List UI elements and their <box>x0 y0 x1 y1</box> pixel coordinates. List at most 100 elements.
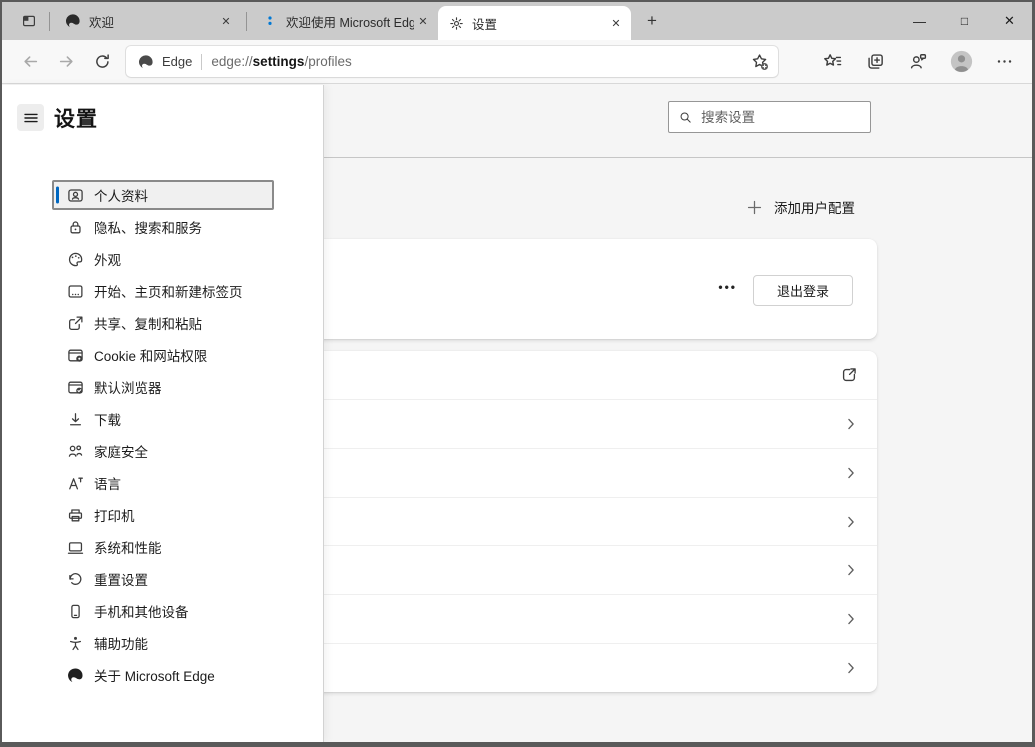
toolbar: Edge edge://settings/profiles <box>2 40 1032 84</box>
add-favorite-star-icon <box>751 53 769 71</box>
sidebar-item-start-home-newtab[interactable]: 开始、主页和新建标签页 <box>52 276 274 306</box>
add-profile-button[interactable]: 添加用户配置 <box>746 197 855 217</box>
sidebar-item-phone-devices[interactable]: 手机和其他设备 <box>52 596 274 626</box>
settings-search-box[interactable] <box>668 101 871 133</box>
tab-title: 欢迎 <box>89 12 217 31</box>
avatar-icon <box>949 49 974 74</box>
download-icon <box>67 411 84 428</box>
sidebar-item-default-browser[interactable]: 默认浏览器 <box>52 372 274 402</box>
titlebar: 欢迎 ✕ 欢迎使用 Microsoft Edg ✕ 设置 ✕ + — □ ✕ <box>2 2 1032 40</box>
sidebar-item-languages[interactable]: 语言 <box>52 468 274 498</box>
chevron-right-icon <box>844 466 858 480</box>
page-title: 设置 <box>54 103 98 133</box>
tab-close-button[interactable]: ✕ <box>607 14 625 32</box>
menu-toggle-button[interactable] <box>17 104 44 131</box>
sidebar-item-family-safety[interactable]: 家庭安全 <box>52 436 274 466</box>
url-path: /profiles <box>304 54 351 69</box>
blue-dots-favicon-icon <box>262 13 278 29</box>
sidebar-item-privacy[interactable]: 隐私、搜索和服务 <box>52 212 274 242</box>
tab-separator <box>49 12 50 31</box>
refresh-button[interactable] <box>84 45 120 79</box>
settings-nav: 个人资料 隐私、搜索和服务 外观 <box>2 180 323 692</box>
share-icon <box>67 315 84 332</box>
palette-icon <box>67 251 84 268</box>
sidebar-item-label: 关于 Microsoft Edge <box>94 665 215 685</box>
sidebar-item-accessibility[interactable]: 辅助功能 <box>52 628 274 658</box>
sidebar-item-label: 手机和其他设备 <box>94 601 189 621</box>
lock-icon <box>67 219 84 236</box>
maximize-button[interactable]: □ <box>942 2 987 40</box>
tab-welcome[interactable]: 欢迎 ✕ <box>55 2 241 40</box>
sidebar-item-share-copy-paste[interactable]: 共享、复制和粘贴 <box>52 308 274 338</box>
home-tabs-icon <box>67 283 84 300</box>
gear-icon <box>448 15 464 31</box>
sidebar-item-cookies-permissions[interactable]: Cookie 和网站权限 <box>52 340 274 370</box>
sidebar-item-label: 打印机 <box>94 505 135 525</box>
tab-separator <box>246 12 247 31</box>
sidebar-item-label: 隐私、搜索和服务 <box>94 217 202 237</box>
edge-logo-icon <box>67 667 84 684</box>
tab-title: 欢迎使用 Microsoft Edg <box>286 12 414 31</box>
feedback-button[interactable] <box>900 45 936 79</box>
sidebar-item-label: 外观 <box>94 249 121 269</box>
language-icon <box>67 475 84 492</box>
collections-button[interactable] <box>857 45 893 79</box>
chevron-right-icon <box>844 417 858 431</box>
browser-window: 欢迎 ✕ 欢迎使用 Microsoft Edg ✕ 设置 ✕ + — □ ✕ <box>0 0 1035 747</box>
new-tab-button[interactable]: + <box>638 7 666 35</box>
url-text: edge://settings/profiles <box>211 54 751 69</box>
close-button[interactable]: ✕ <box>987 2 1032 40</box>
plus-icon <box>746 199 763 216</box>
tab-settings[interactable]: 设置 ✕ <box>438 6 631 40</box>
chevron-right-icon <box>844 612 858 626</box>
tab-welcome-to-edge[interactable]: 欢迎使用 Microsoft Edg ✕ <box>252 2 438 40</box>
sidebar-item-label: 共享、复制和粘贴 <box>94 313 202 333</box>
favorites-button[interactable] <box>814 45 850 79</box>
tab-actions-menu-button[interactable] <box>14 8 44 34</box>
profile-card-icon <box>67 187 84 204</box>
sidebar-item-label: Cookie 和网站权限 <box>94 345 207 365</box>
search-icon <box>679 110 692 125</box>
settings-and-more-button[interactable] <box>986 45 1022 79</box>
hamburger-icon <box>23 110 39 126</box>
sidebar-item-label: 重置设置 <box>94 569 148 589</box>
tab-close-button[interactable]: ✕ <box>217 12 235 30</box>
minimize-button[interactable]: — <box>897 2 942 40</box>
sidebar-item-downloads[interactable]: 下载 <box>52 404 274 434</box>
sidebar-item-label: 辅助功能 <box>94 633 148 653</box>
forward-arrow-icon <box>58 53 75 70</box>
site-label: Edge <box>162 54 192 69</box>
add-favorite-button[interactable] <box>751 53 769 71</box>
sidebar-item-label: 开始、主页和新建标签页 <box>94 281 243 301</box>
tab-close-button[interactable]: ✕ <box>414 12 432 30</box>
more-ellipsis-icon <box>996 53 1013 70</box>
sidebar-item-profiles[interactable]: 个人资料 <box>52 180 274 210</box>
collections-icon <box>866 52 885 71</box>
toolbar-right-cluster <box>814 45 1022 79</box>
sidebar-item-reset-settings[interactable]: 重置设置 <box>52 564 274 594</box>
sidebar-item-about-edge[interactable]: 关于 Microsoft Edge <box>52 660 274 690</box>
sidebar-item-system-performance[interactable]: 系统和性能 <box>52 532 274 562</box>
sidebar-item-label: 默认浏览器 <box>94 377 162 397</box>
address-bar[interactable]: Edge edge://settings/profiles <box>126 46 778 77</box>
default-browser-icon <box>67 379 84 396</box>
forward-button[interactable] <box>48 45 84 79</box>
person-chat-icon <box>909 52 928 71</box>
open-external-icon <box>840 366 858 384</box>
sidebar-item-label: 家庭安全 <box>94 441 148 461</box>
phone-icon <box>67 603 84 620</box>
profile-more-button[interactable]: ••• <box>718 281 737 293</box>
chevron-right-icon <box>844 563 858 577</box>
address-separator <box>201 54 202 70</box>
search-input[interactable] <box>701 110 860 125</box>
sidebar-item-label: 下载 <box>94 409 121 429</box>
family-icon <box>67 443 84 460</box>
profile-avatar-button[interactable] <box>943 45 979 79</box>
settings-page: 添加用户配置 ••• 退出登录 <box>2 85 1032 742</box>
back-button[interactable] <box>12 45 48 79</box>
sidebar-item-printers[interactable]: 打印机 <box>52 500 274 530</box>
url-prefix: edge:// <box>211 54 252 69</box>
sign-out-button[interactable]: 退出登录 <box>753 275 853 306</box>
sidebar-item-appearance[interactable]: 外观 <box>52 244 274 274</box>
url-host: settings <box>253 54 305 69</box>
